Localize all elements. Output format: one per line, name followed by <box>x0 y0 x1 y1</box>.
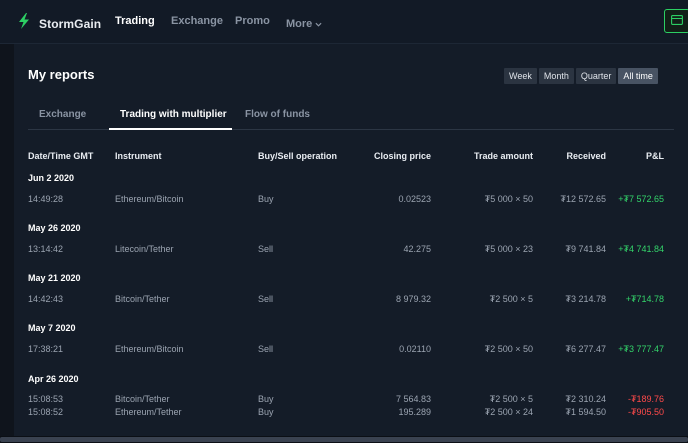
header-operation: Buy/Sell operation <box>258 151 338 161</box>
row-time: 15:08:53 <box>28 394 64 404</box>
period-month[interactable]: Month <box>538 68 574 84</box>
reports-panel: My reports Week Month Quarter All time E… <box>14 44 688 438</box>
row-closing-price: 0.02110 <box>399 344 431 354</box>
header-trade-amount: Trade amount <box>473 151 533 161</box>
tab-trading-with-multiplier[interactable]: Trading with multiplier <box>120 109 227 120</box>
header-instrument: Instrument <box>115 151 162 161</box>
header-pnl: P&L <box>646 151 664 161</box>
row-instrument: Bitcoin/Tether <box>115 294 170 304</box>
row-instrument: Ethereum/Bitcoin <box>115 344 184 354</box>
row-trade-amount: ₮5 000 × 23 <box>484 244 533 254</box>
row-instrument: Litecoin/Tether <box>115 244 174 254</box>
tab-flow-of-funds[interactable]: Flow of funds <box>245 109 310 120</box>
row-operation: Buy <box>258 194 274 204</box>
row-operation: Sell <box>258 344 274 354</box>
date-group-heading: May 7 2020 <box>28 323 76 333</box>
row-time: 15:08:52 <box>28 407 64 417</box>
period-all-time[interactable]: All time <box>618 68 658 84</box>
row-time: 13:14:42 <box>28 244 64 254</box>
active-tab-indicator <box>109 128 232 130</box>
row-pnl: +₮7 572.65 <box>618 194 664 204</box>
row-closing-price: 7 564.83 <box>395 394 431 404</box>
nav-exchange[interactable]: Exchange <box>171 15 223 27</box>
row-operation: Buy <box>258 407 274 417</box>
tab-exchange[interactable]: Exchange <box>39 109 86 120</box>
top-navigation-bar: StormGain Trading Exchange Promo More <box>0 0 688 44</box>
nav-more[interactable]: More <box>286 15 322 33</box>
row-trade-amount: ₮2 500 × 50 <box>484 344 533 354</box>
row-trade-amount: ₮5 000 × 50 <box>484 194 533 204</box>
row-time: 14:42:43 <box>28 294 64 304</box>
row-trade-amount: ₮2 500 × 5 <box>489 394 533 404</box>
row-pnl: -₮905.50 <box>627 407 664 417</box>
row-operation: Sell <box>258 244 274 254</box>
horizontal-scrollbar[interactable] <box>0 436 688 443</box>
header-datetime: Date/Time GMT <box>28 151 94 161</box>
period-filter: Week Month Quarter All time <box>504 68 658 84</box>
row-closing-price: 8 979.32 <box>395 294 431 304</box>
brand-logo[interactable]: StormGain <box>15 12 101 35</box>
row-time: 17:38:21 <box>28 344 64 354</box>
row-operation: Buy <box>258 394 274 404</box>
period-quarter[interactable]: Quarter <box>575 68 617 84</box>
stormgain-bolt-icon <box>15 12 33 35</box>
date-group-heading: May 21 2020 <box>28 273 81 283</box>
row-time: 14:49:28 <box>28 194 64 204</box>
page-title: My reports <box>28 67 95 82</box>
brand-name: StormGain <box>39 16 102 31</box>
row-pnl: +₮3 777.47 <box>618 344 664 354</box>
nav-more-label: More <box>286 18 313 30</box>
row-pnl: +₮714.78 <box>625 294 664 304</box>
wallet-icon <box>671 12 683 30</box>
nav-trading[interactable]: Trading <box>115 15 155 27</box>
row-instrument: Ethereum/Bitcoin <box>115 194 184 204</box>
report-tabs: Exchange Trading with multiplier Flow of… <box>28 104 674 130</box>
row-trade-amount: ₮2 500 × 24 <box>484 407 533 417</box>
scrollbar-thumb[interactable] <box>0 437 688 442</box>
row-closing-price: 42.275 <box>403 244 431 254</box>
row-trade-amount: ₮2 500 × 5 <box>489 294 533 304</box>
date-group-heading: Jun 2 2020 <box>28 173 75 183</box>
date-group-heading: Apr 26 2020 <box>28 374 79 384</box>
wallet-button[interactable] <box>664 9 688 33</box>
header-closing-price: Closing price <box>373 151 431 161</box>
nav-promo[interactable]: Promo <box>235 15 270 27</box>
row-instrument: Bitcoin/Tether <box>115 394 170 404</box>
date-group-heading: May 26 2020 <box>28 223 81 233</box>
row-closing-price: 0.02523 <box>398 194 431 204</box>
row-closing-price: 195.289 <box>398 407 431 417</box>
row-pnl: -₮189.76 <box>627 394 664 404</box>
row-operation: Sell <box>258 294 274 304</box>
period-week[interactable]: Week <box>504 68 537 84</box>
chevron-down-icon <box>312 15 322 33</box>
row-pnl: +₮4 741.84 <box>618 244 664 254</box>
row-instrument: Ethereum/Tether <box>115 407 182 417</box>
